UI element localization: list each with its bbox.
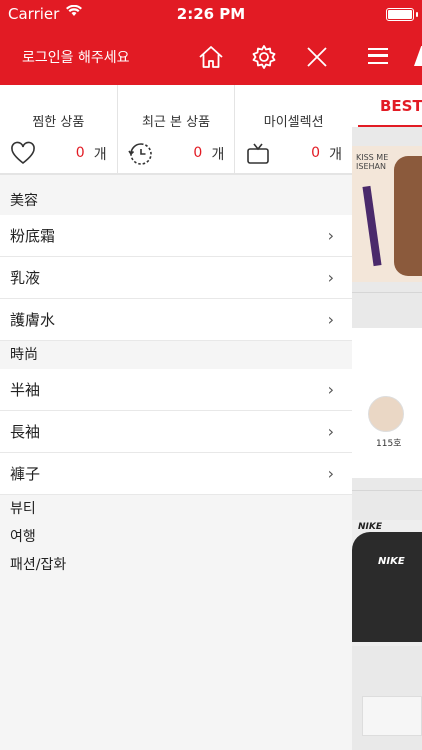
stat-unit: 개 bbox=[211, 147, 225, 163]
stat-recent[interactable]: 최근 본 상품 0 개 bbox=[118, 85, 236, 173]
stat-count: 0 bbox=[193, 145, 203, 161]
home-icon[interactable] bbox=[196, 42, 226, 72]
menu-link-fashion-goods[interactable]: 패션/잡화 bbox=[0, 551, 352, 579]
menu-item[interactable]: 護膚水 › bbox=[0, 299, 352, 341]
battery-icon bbox=[386, 8, 418, 21]
menu-item[interactable]: 褲子 › bbox=[0, 453, 352, 495]
menu-item-label: 半袖 bbox=[10, 381, 41, 399]
model-image bbox=[394, 156, 422, 276]
settings-icon[interactable] bbox=[249, 42, 279, 72]
bottom-button[interactable] bbox=[362, 696, 422, 736]
category-header-fashion: 時尚 bbox=[0, 341, 352, 369]
menu-item-label: 護膚水 bbox=[10, 311, 56, 329]
chevron-right-icon: › bbox=[327, 422, 334, 441]
clock: 2:26 PM bbox=[176, 5, 246, 23]
tab-underline bbox=[358, 125, 422, 127]
background-app[interactable]: BEST KISS ME ISEHAN 115호 NIKE NIKE bbox=[352, 28, 422, 750]
close-icon[interactable] bbox=[302, 42, 332, 72]
chevron-right-icon: › bbox=[327, 380, 334, 399]
menu-item-label: 長袖 bbox=[10, 423, 41, 441]
tv-icon bbox=[245, 141, 271, 167]
heart-icon bbox=[10, 141, 36, 167]
menu-link-beauty[interactable]: 뷰티 bbox=[0, 495, 352, 523]
stat-wishlist[interactable]: 찜한 상품 0 개 bbox=[0, 85, 118, 173]
status-bar: Carrier 2:26 PM bbox=[0, 0, 422, 28]
menu-item-label: 褲子 bbox=[10, 465, 41, 483]
product-card-tshirt[interactable]: NIKE NIKE bbox=[352, 520, 422, 646]
category-header-beauty: 美容 bbox=[0, 187, 352, 215]
drawer-header: 로그인을 해주세요 bbox=[0, 28, 352, 85]
stat-count: 0 bbox=[75, 145, 85, 161]
menu-item[interactable]: 長袖 › bbox=[0, 411, 352, 453]
stat-count: 0 bbox=[311, 145, 321, 161]
product-brand: KISS ME bbox=[356, 153, 389, 162]
product-card-eyeliner[interactable]: KISS ME ISEHAN bbox=[352, 146, 422, 282]
divider bbox=[352, 292, 422, 293]
stat-unit: 개 bbox=[329, 147, 343, 163]
stat-title: 마이셀렉션 bbox=[263, 115, 324, 130]
stat-title: 최근 본 상품 bbox=[141, 115, 211, 130]
history-icon bbox=[128, 141, 154, 167]
menu-item-label: 粉底霜 bbox=[10, 227, 56, 245]
stat-unit: 개 bbox=[93, 147, 107, 163]
tshirt-logo: NIKE bbox=[378, 556, 405, 567]
divider bbox=[352, 490, 422, 491]
menu-item[interactable]: 粉底霜 › bbox=[0, 215, 352, 257]
chevron-right-icon: › bbox=[327, 268, 334, 287]
chevron-right-icon: › bbox=[327, 464, 334, 483]
swatch-label: 115호 bbox=[376, 439, 402, 449]
product-brand: NIKE bbox=[358, 522, 383, 532]
category-list: 美容 粉底霜 › 乳液 › 護膚水 › 時尚 半袖 › 長袖 › 褲子 › 뷰티 여행 패션… bbox=[0, 187, 352, 579]
menu-item-label: 乳液 bbox=[10, 269, 41, 287]
login-prompt[interactable]: 로그인을 해주세요 bbox=[22, 47, 130, 67]
stats-panel: 찜한 상품 0 개 최근 본 상품 0 개 마이셀렉션 0 개 bbox=[0, 85, 352, 175]
tab-best[interactable]: BEST bbox=[380, 97, 422, 115]
menu-item[interactable]: 乳液 › bbox=[0, 257, 352, 299]
product-sub-brand: ISEHAN bbox=[356, 161, 386, 171]
side-drawer: 로그인을 해주세요 찜한 상품 0 개 최근 본 상품 0 개 마이셀렉션 0 … bbox=[0, 28, 352, 750]
chevron-right-icon: › bbox=[327, 310, 334, 329]
menu-link-travel[interactable]: 여행 bbox=[0, 523, 352, 551]
menu-item[interactable]: 半袖 › bbox=[0, 369, 352, 411]
tshirt-image bbox=[352, 532, 422, 642]
background-header bbox=[352, 28, 422, 85]
background-tabs: BEST bbox=[352, 85, 422, 127]
menu-icon[interactable] bbox=[368, 48, 388, 64]
stat-title: 찜한 상품 bbox=[32, 115, 85, 130]
eyeliner-image bbox=[362, 185, 382, 267]
logo-fragment bbox=[414, 46, 422, 66]
foundation-swatch bbox=[368, 396, 404, 432]
chevron-right-icon: › bbox=[327, 226, 334, 245]
stat-myselection[interactable]: 마이셀렉션 0 개 bbox=[235, 85, 352, 173]
